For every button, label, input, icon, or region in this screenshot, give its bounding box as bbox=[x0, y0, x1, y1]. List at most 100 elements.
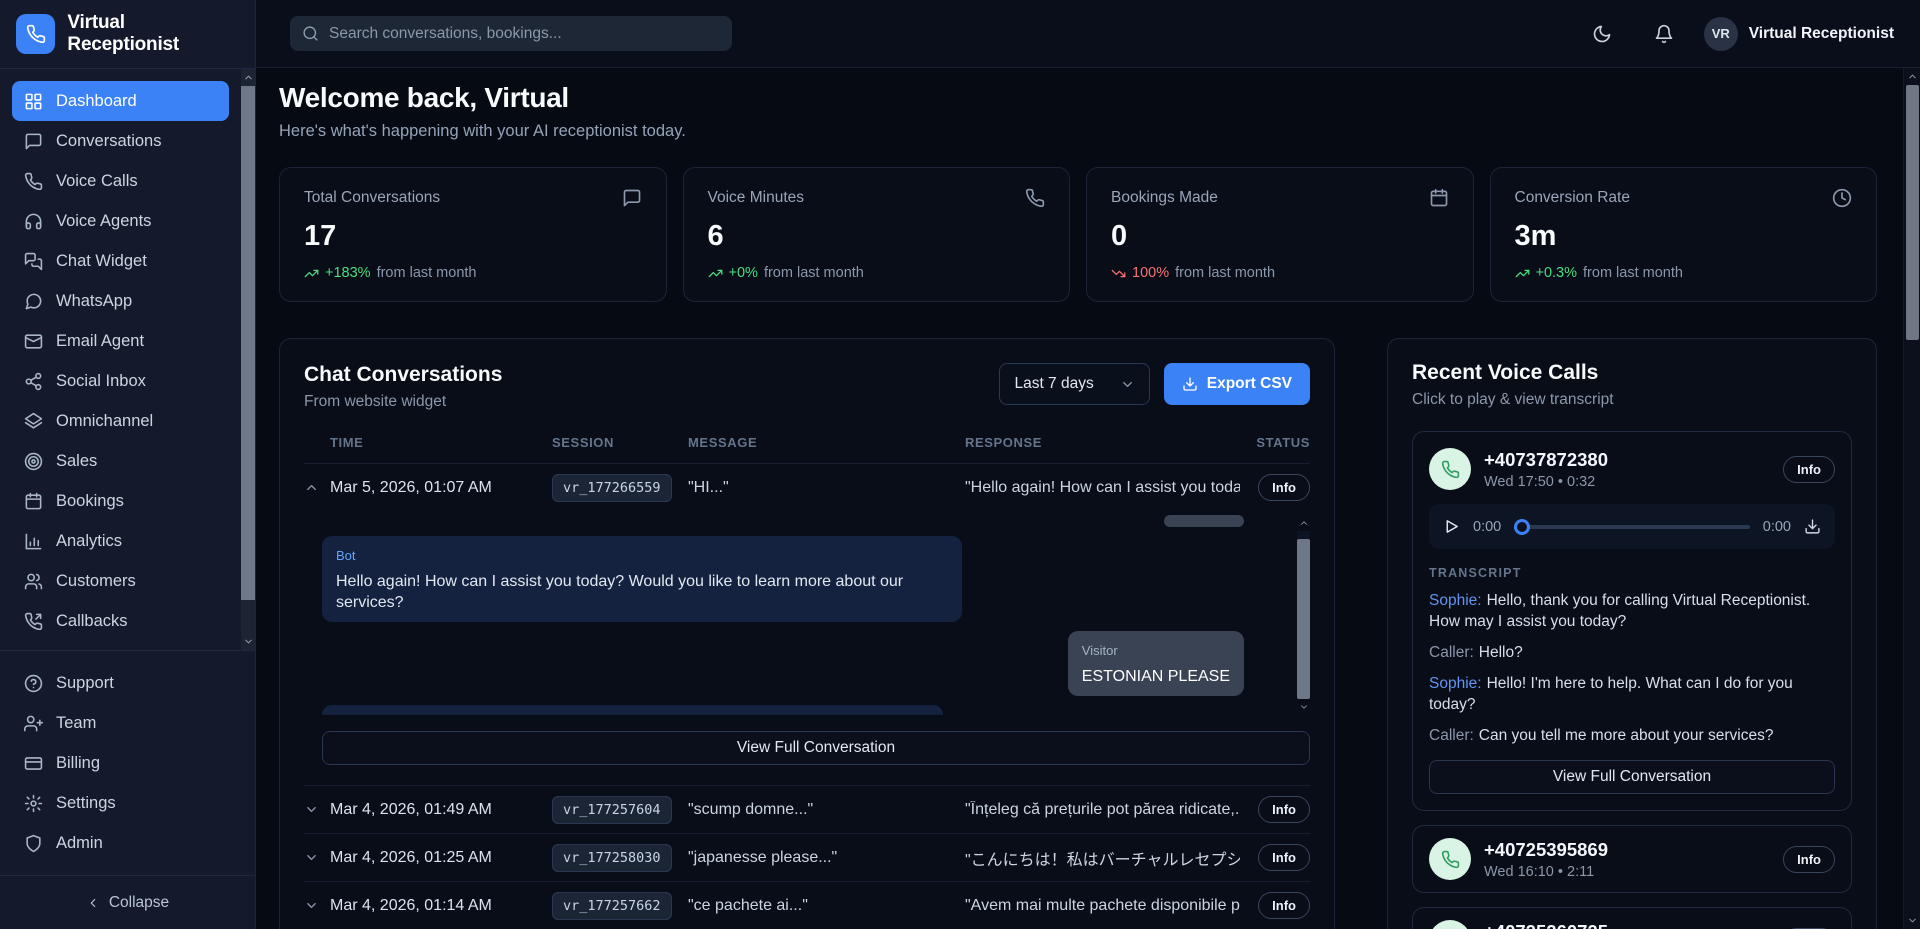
info-badge[interactable]: Info bbox=[1258, 796, 1310, 823]
notifications-button[interactable] bbox=[1654, 24, 1674, 44]
sidebar-item-callbacks[interactable]: Callbacks bbox=[12, 601, 229, 641]
sidebar-item-billing[interactable]: Billing bbox=[12, 743, 229, 783]
transcript-line: Sophie:Hello, thank you for calling Virt… bbox=[1429, 590, 1835, 632]
sidebar-item-label: Conversations bbox=[56, 132, 161, 151]
sidebar-item-admin[interactable]: Admin bbox=[12, 823, 229, 863]
phone-icon bbox=[1441, 460, 1460, 479]
row-message: "ce pachete ai..." bbox=[688, 897, 965, 915]
voice-call-item[interactable]: +40725395869 Wed 16:10 • 2:11 Info bbox=[1412, 825, 1852, 893]
voice-call-item[interactable]: +40725260725 Tue 12:39 • 0:47 Info bbox=[1412, 907, 1852, 929]
message-square-icon bbox=[24, 132, 43, 151]
info-badge[interactable]: Info bbox=[1783, 846, 1835, 873]
stat-label: Bookings Made bbox=[1111, 189, 1218, 207]
chevron-up-icon[interactable] bbox=[304, 480, 330, 495]
stat-delta-suffix: from last month bbox=[1583, 265, 1683, 281]
page-scrollbar-thumb[interactable] bbox=[1906, 85, 1919, 340]
sidebar-item-email-agent[interactable]: Email Agent bbox=[12, 321, 229, 361]
sidebar-item-conversations[interactable]: Conversations bbox=[12, 121, 229, 161]
row-time: Mar 4, 2026, 01:14 AM bbox=[330, 897, 552, 915]
chevron-down-icon[interactable] bbox=[304, 898, 330, 913]
info-badge[interactable]: Info bbox=[1783, 456, 1835, 483]
bar-chart-icon bbox=[24, 532, 43, 551]
chevron-down-icon[interactable] bbox=[304, 802, 330, 817]
trending-up-icon bbox=[304, 266, 319, 281]
sidebar-scrollbar-track[interactable] bbox=[241, 86, 255, 633]
sidebar-item-bookings[interactable]: Bookings bbox=[12, 481, 229, 521]
scroll-up-icon[interactable] bbox=[1907, 68, 1918, 85]
info-badge[interactable]: Info bbox=[1258, 892, 1310, 919]
export-csv-button[interactable]: Export CSV bbox=[1164, 363, 1310, 405]
page-scrollbar-track[interactable] bbox=[1906, 85, 1919, 912]
conversation-scrollbar[interactable] bbox=[1297, 515, 1310, 715]
conversation-scrollbar-thumb[interactable] bbox=[1297, 539, 1310, 699]
avatar[interactable]: VR bbox=[1704, 17, 1738, 51]
transcript-speaker: Sophie: bbox=[1429, 675, 1482, 692]
sidebar-scrollbar[interactable] bbox=[241, 69, 255, 650]
sidebar-item-customers[interactable]: Customers bbox=[12, 561, 229, 601]
info-badge[interactable]: Info bbox=[1258, 474, 1310, 501]
expanded-conversation: Bot Hello again! How can I assist you to… bbox=[304, 515, 1310, 785]
view-full-conversation-button[interactable]: View Full Conversation bbox=[1429, 760, 1835, 794]
scroll-down-icon[interactable] bbox=[243, 633, 254, 650]
message-square-icon bbox=[622, 188, 642, 208]
sidebar-item-settings[interactable]: Settings bbox=[12, 783, 229, 823]
collapse-label: Collapse bbox=[109, 894, 169, 912]
moon-icon bbox=[1592, 24, 1612, 44]
sidebar-item-whatsapp[interactable]: WhatsApp bbox=[12, 281, 229, 321]
row-message: "japanesse please..." bbox=[688, 849, 965, 867]
sidebar-item-label: Team bbox=[56, 714, 96, 733]
info-badge[interactable]: Info bbox=[1258, 844, 1310, 871]
theme-toggle-button[interactable] bbox=[1592, 24, 1612, 44]
transcript-speaker: Caller: bbox=[1429, 644, 1474, 661]
page-scrollbar[interactable] bbox=[1903, 68, 1920, 929]
stat-value: 17 bbox=[304, 220, 642, 253]
search-input[interactable] bbox=[329, 25, 720, 43]
scroll-up-icon[interactable] bbox=[1299, 515, 1309, 531]
current-time: 0:00 bbox=[1473, 519, 1501, 535]
download-recording-button[interactable] bbox=[1804, 518, 1821, 535]
search-box[interactable] bbox=[290, 16, 732, 51]
sidebar-item-label: Chat Widget bbox=[56, 252, 147, 271]
sidebar-item-support[interactable]: Support bbox=[12, 663, 229, 703]
call-avatar bbox=[1429, 838, 1471, 880]
slider-handle[interactable] bbox=[1514, 519, 1530, 535]
conversation-scroll-area[interactable]: Bot Hello again! How can I assist you to… bbox=[322, 515, 1310, 715]
sidebar-item-label: Settings bbox=[56, 794, 116, 813]
sidebar-item-omnichannel[interactable]: Omnichannel bbox=[12, 401, 229, 441]
gear-icon bbox=[24, 794, 43, 813]
message-circle-icon bbox=[24, 292, 43, 311]
table-row-expanded[interactable]: Mar 5, 2026, 01:07 AM vr_177266559 "HI..… bbox=[304, 463, 1310, 511]
play-button[interactable] bbox=[1443, 518, 1460, 535]
app-logo-row: Virtual Receptionist bbox=[0, 0, 255, 69]
search-icon bbox=[302, 25, 319, 42]
seek-slider[interactable] bbox=[1514, 519, 1750, 535]
sidebar-item-dashboard[interactable]: Dashboard bbox=[12, 81, 229, 121]
sidebar-item-analytics[interactable]: Analytics bbox=[12, 521, 229, 561]
view-full-conversation-button[interactable]: View Full Conversation bbox=[322, 731, 1310, 765]
sidebar-scrollbar-thumb[interactable] bbox=[241, 86, 255, 600]
audio-player: 0:00 0:00 bbox=[1429, 504, 1835, 549]
main-area: VR Virtual Receptionist Welcome back, Vi… bbox=[256, 0, 1920, 929]
sidebar-item-social-inbox[interactable]: Social Inbox bbox=[12, 361, 229, 401]
scroll-up-icon[interactable] bbox=[243, 69, 254, 86]
table-row[interactable]: Mar 4, 2026, 01:49 AM vr_177257604 "scum… bbox=[304, 785, 1310, 833]
collapse-button[interactable]: Collapse bbox=[0, 875, 255, 929]
scroll-down-icon[interactable] bbox=[1299, 699, 1309, 715]
scroll-down-icon[interactable] bbox=[1907, 912, 1918, 929]
sidebar-item-team[interactable]: Team bbox=[12, 703, 229, 743]
sidebar-item-label: Customers bbox=[56, 572, 136, 591]
date-range-select[interactable]: Last 7 days bbox=[999, 363, 1149, 405]
chevron-down-icon[interactable] bbox=[304, 850, 330, 865]
table-row[interactable]: Mar 4, 2026, 01:14 AM vr_177257662 "ce p… bbox=[304, 881, 1310, 929]
sidebar-item-label: Social Inbox bbox=[56, 372, 146, 391]
table-row[interactable]: Mar 4, 2026, 01:25 AM vr_177258030 "japa… bbox=[304, 833, 1310, 881]
share-icon bbox=[24, 372, 43, 391]
stat-value: 6 bbox=[708, 220, 1046, 253]
stat-card-total-conversations: Total Conversations 17 +183% from last m… bbox=[279, 167, 667, 302]
sidebar-item-voice-agents[interactable]: Voice Agents bbox=[12, 201, 229, 241]
sidebar-item-label: Email Agent bbox=[56, 332, 144, 351]
voice-call-expanded[interactable]: +40737872380 Wed 17:50 • 0:32 Info 0:00 bbox=[1412, 431, 1852, 811]
sidebar-item-chat-widget[interactable]: Chat Widget bbox=[12, 241, 229, 281]
sidebar-item-voice-calls[interactable]: Voice Calls bbox=[12, 161, 229, 201]
sidebar-item-sales[interactable]: Sales bbox=[12, 441, 229, 481]
